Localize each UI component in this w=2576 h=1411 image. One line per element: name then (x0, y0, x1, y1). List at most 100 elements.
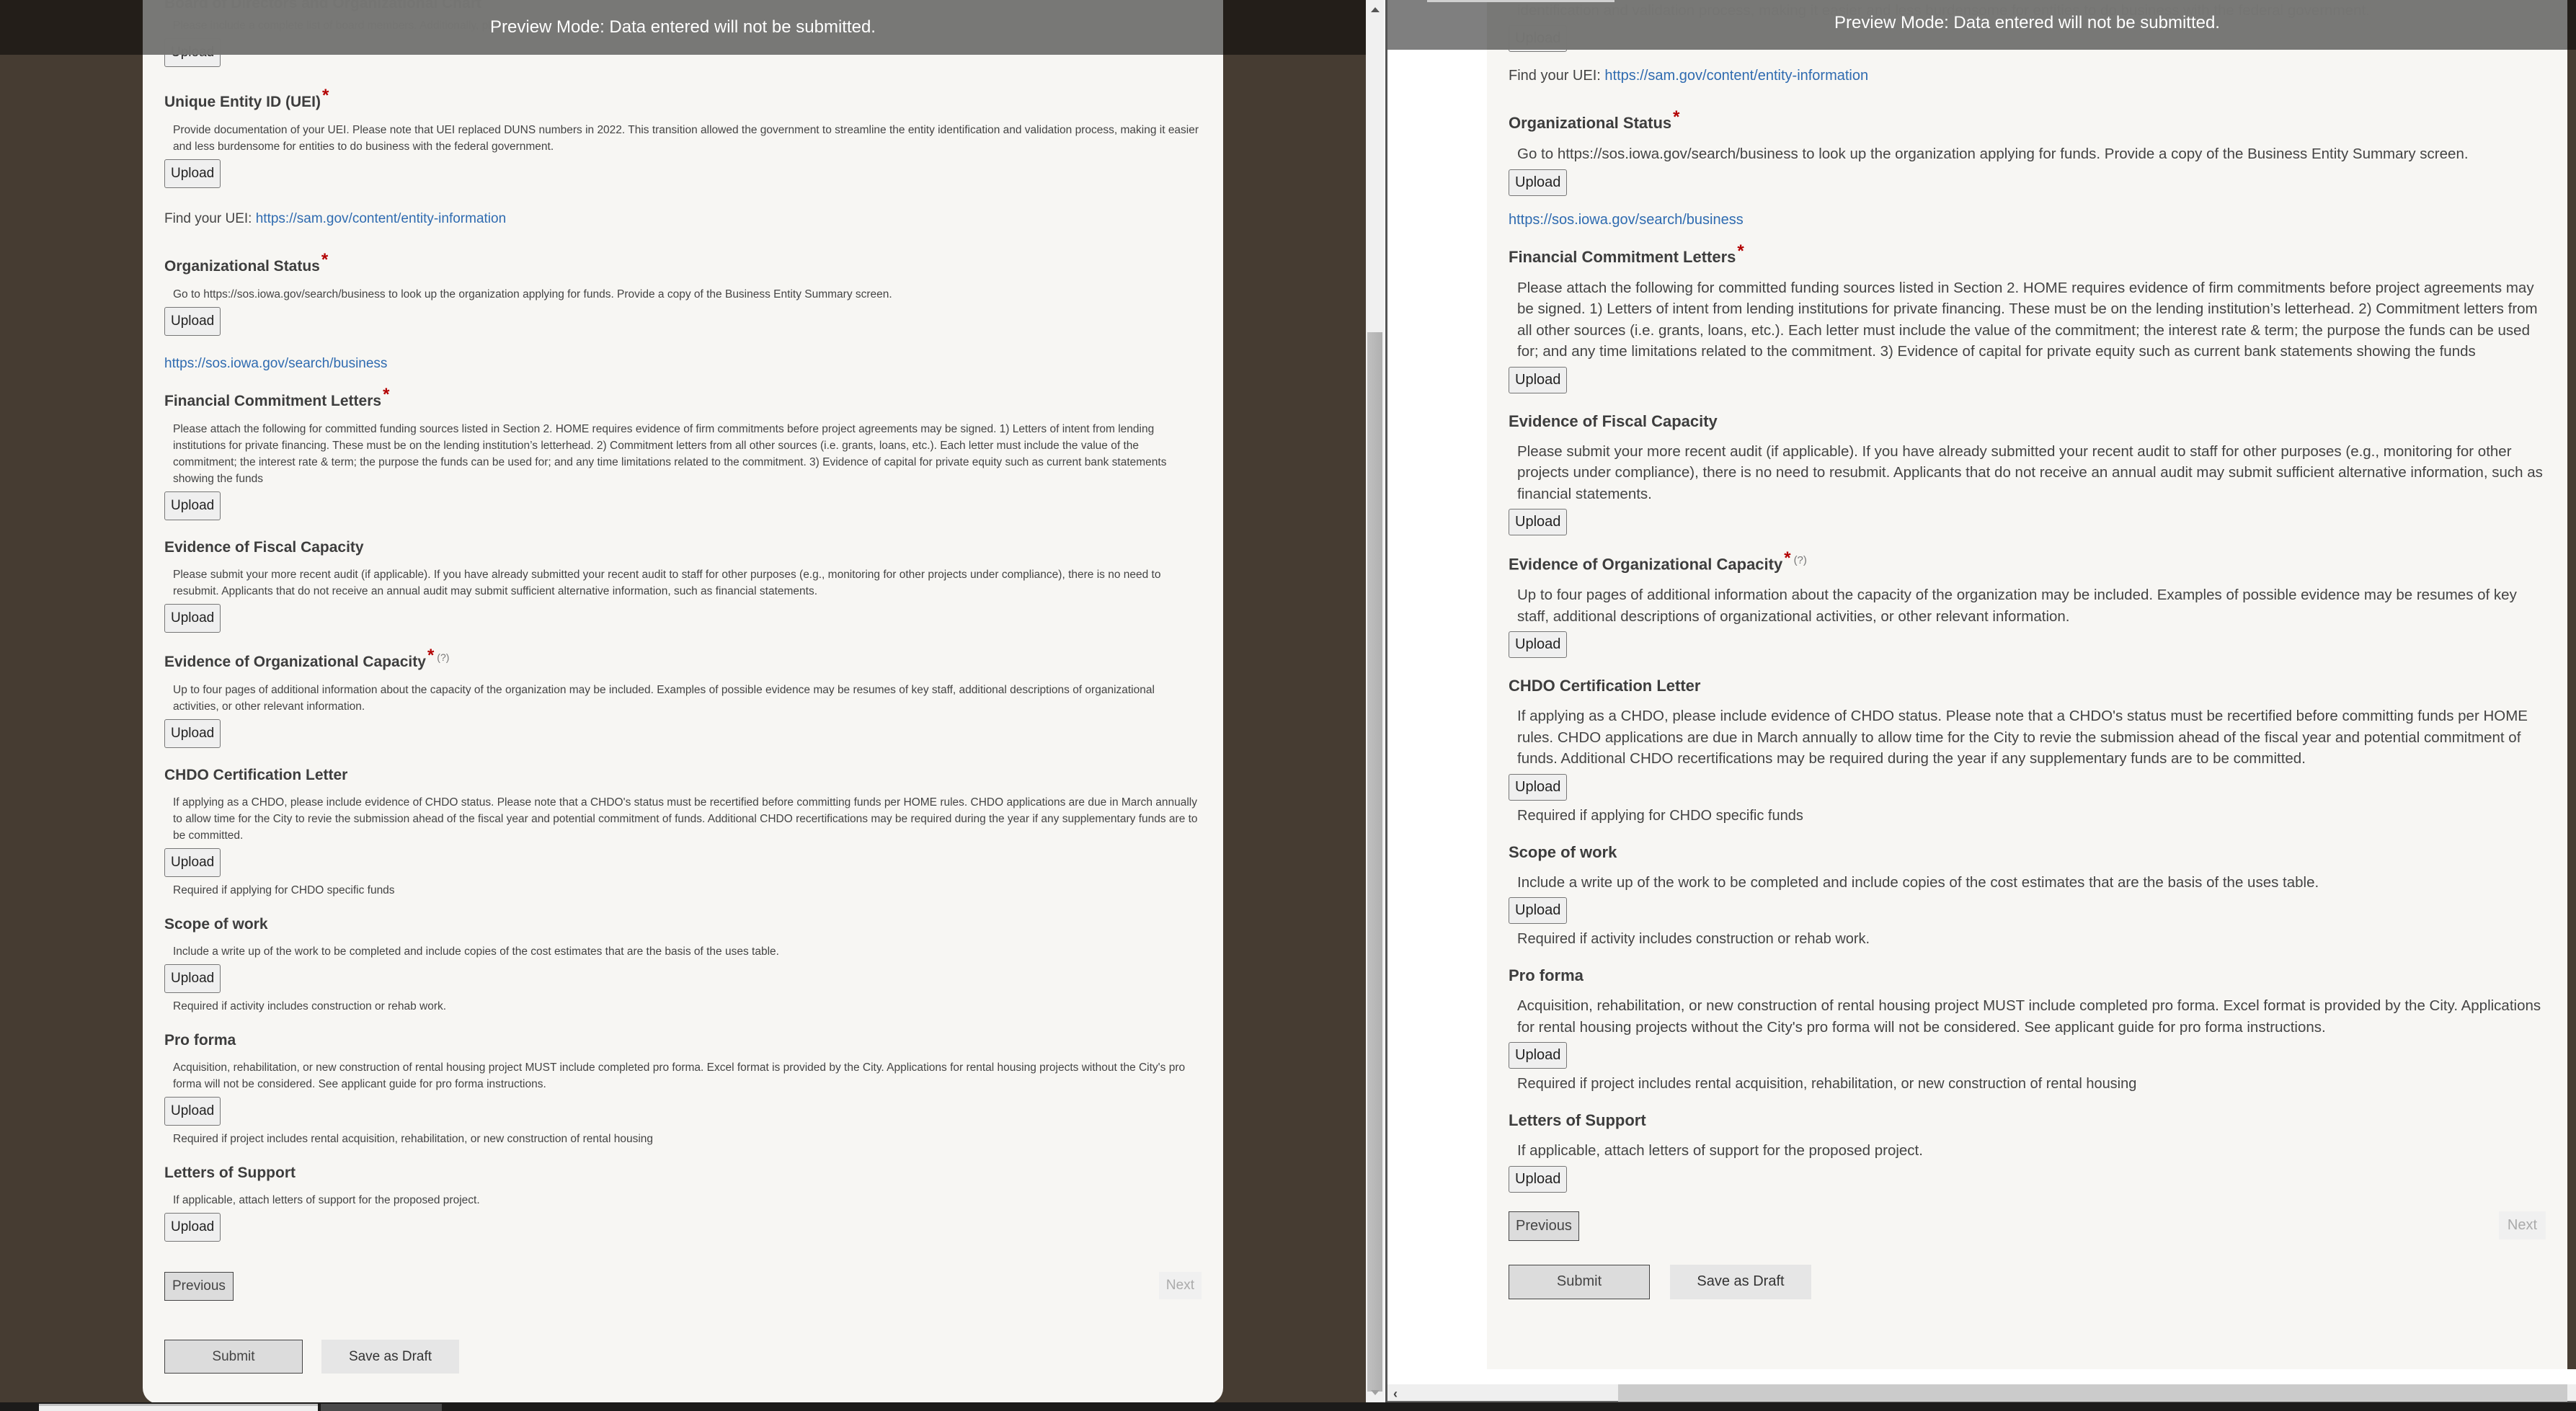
field-title: Pro forma (164, 1032, 236, 1049)
upload-button[interactable]: Upload (164, 491, 221, 520)
find-uei-label: Find your UEI: (1509, 68, 1605, 84)
submit-button[interactable]: Submit (1509, 1264, 1650, 1299)
submit-button[interactable]: Submit (164, 1340, 303, 1374)
upload-button[interactable]: Upload (1509, 773, 1568, 801)
taskbar (0, 1402, 2576, 1411)
next-button[interactable]: Next (2498, 1211, 2546, 1239)
page-background-edge (2567, 0, 2576, 1369)
scroll-left-arrow-icon[interactable]: ‹ (1393, 1386, 1398, 1402)
upload-button[interactable]: Upload (1509, 631, 1568, 659)
field-description: Please submit your more recent audit (if… (1517, 442, 2543, 502)
field-org-capacity: Evidence of Organizational Capacity* (?) … (164, 633, 1202, 748)
field-title: Evidence of Fiscal Capacity (164, 539, 364, 556)
field-description: If applicable, attach letters of support… (1517, 1142, 1923, 1159)
field-title: Organizational Status* (164, 250, 329, 275)
field-title: Financial Commitment Letters* (164, 385, 390, 409)
taskbar-item[interactable] (321, 1404, 442, 1411)
upload-button[interactable]: Upload (164, 848, 221, 877)
field-description: If applicable, attach letters of support… (173, 1194, 480, 1206)
required-indicator: * (322, 86, 329, 105)
field-title: CHDO Certification Letter (1509, 677, 1701, 695)
scrollbar-thumb[interactable] (1367, 332, 1382, 1392)
find-uei-line: Find your UEI: https://sam.gov/content/e… (164, 211, 1202, 227)
field-description: Please attach the following for committe… (1517, 279, 2538, 360)
required-indicator: * (427, 646, 435, 665)
field-title: Organizational Status* (1509, 107, 1680, 132)
field-title: Pro forma (1509, 966, 1584, 985)
help-tooltip-icon[interactable]: (?) (1794, 554, 1807, 566)
upload-button[interactable]: Upload (1509, 169, 1568, 196)
required-indicator: * (1673, 107, 1680, 127)
upload-button[interactable]: Upload (1509, 366, 1568, 393)
field-chdo: CHDO Certification Letter If applying as… (164, 748, 1202, 897)
right-horizontal-scrollbar[interactable]: ‹ (1387, 1384, 2576, 1402)
attachments-form: Provide documentation of your UEI. Pleas… (1509, 0, 2546, 1299)
scroll-up-arrow-icon[interactable] (1371, 7, 1380, 12)
upload-button[interactable]: Upload (164, 964, 221, 993)
sos-iowa-link[interactable]: https://sos.iowa.gov/search/business (164, 356, 387, 371)
sam-gov-link[interactable]: https://sam.gov/content/entity-informati… (1604, 68, 1868, 84)
field-note: Required if applying for CHDO specific f… (1517, 807, 1803, 824)
upload-button[interactable]: Upload (164, 604, 221, 633)
help-tooltip-icon[interactable]: (?) (437, 651, 449, 663)
taskbar-item[interactable] (39, 1404, 318, 1411)
field-title: Scope of work (1509, 842, 1617, 861)
field-description: Go to https://sos.iowa.gov/search/busine… (1517, 146, 2469, 162)
find-uei-line: Find your UEI: https://sam.gov/content/e… (1509, 68, 2546, 84)
field-note: Required if project includes rental acqu… (1517, 1076, 2137, 1092)
field-description: Include a write up of the work to be com… (173, 945, 779, 958)
field-note: Required if activity includes constructi… (173, 1000, 447, 1012)
sos-iowa-link[interactable]: https://sos.iowa.gov/search/business (1509, 212, 1744, 228)
scrollbar-thumb[interactable] (1618, 1384, 2567, 1402)
left-preview-pane: Board of Directors and Organizational Ch… (0, 0, 1366, 1402)
save-draft-button[interactable]: Save as Draft (1670, 1264, 1811, 1299)
field-title: Letters of Support (164, 1165, 296, 1181)
right-preview-pane: Provide documentation of your UEI. Pleas… (1387, 0, 2576, 1402)
field-description: Up to four pages of additional informati… (173, 684, 1155, 713)
field-scope: Scope of work Include a write up of the … (1509, 824, 2546, 948)
upload-button[interactable]: Upload (1509, 897, 1568, 925)
required-indicator: * (383, 385, 390, 404)
left-vertical-scrollbar[interactable] (1366, 0, 1384, 1402)
field-org-status: Organizational Status* Go to https://sos… (1509, 84, 2546, 228)
field-financial: Financial Commitment Letters* Please att… (1509, 228, 2546, 393)
form-card: Provide documentation of your UEI. Pleas… (1487, 0, 2567, 1369)
required-indicator: * (1784, 548, 1791, 569)
scroll-down-arrow-icon[interactable] (1371, 1390, 1380, 1395)
field-description: Please submit your more recent audit (if… (173, 569, 1161, 597)
field-description: Up to four pages of additional informati… (1517, 587, 2517, 625)
field-support: Letters of Support If applicable, attach… (1509, 1092, 2546, 1193)
upload-button[interactable]: Upload (164, 159, 221, 188)
submit-row: Submit Save as Draft (164, 1340, 1202, 1374)
field-note: Required if activity includes constructi… (1517, 931, 1870, 948)
field-org-status: Organizational Status* Go to https://sos… (164, 227, 1202, 372)
sam-gov-link[interactable]: https://sam.gov/content/entity-informati… (256, 211, 506, 226)
submit-row: Submit Save as Draft (1509, 1264, 2546, 1299)
upload-button[interactable]: Upload (1509, 509, 1568, 535)
field-title: Evidence of Organizational Capacity* (?) (1509, 548, 1807, 574)
field-scope: Scope of work Include a write up of the … (164, 897, 1202, 1013)
field-fiscal: Evidence of Fiscal Capacity Please submi… (164, 520, 1202, 633)
field-title: CHDO Certification Letter (164, 767, 348, 783)
next-button[interactable]: Next (1158, 1272, 1202, 1299)
upload-button[interactable]: Upload (164, 1213, 221, 1242)
field-title: Scope of work (164, 916, 268, 932)
field-chdo: CHDO Certification Letter If applying as… (1509, 658, 2546, 824)
field-description: Please attach the following for committe… (173, 423, 1167, 485)
tab-strip[interactable] (1427, 0, 1615, 2)
upload-button[interactable]: Upload (1509, 1042, 1568, 1069)
field-description: Acquisition, rehabilitation, or new cons… (173, 1061, 1186, 1090)
upload-button[interactable]: Upload (1509, 1165, 1568, 1193)
save-draft-button[interactable]: Save as Draft (321, 1340, 459, 1374)
previous-button[interactable]: Previous (164, 1272, 234, 1301)
field-uei: Unique Entity ID (UEI)* Provide document… (164, 67, 1202, 227)
required-indicator: * (1737, 241, 1744, 261)
pagination-row: Previous Next (1509, 1211, 2546, 1243)
previous-button[interactable]: Previous (1509, 1211, 1579, 1241)
field-title: Letters of Support (1509, 1111, 1646, 1130)
upload-button[interactable]: Upload (164, 1097, 221, 1126)
upload-button[interactable]: Upload (164, 719, 221, 748)
field-description: Go to https://sos.iowa.gov/search/busine… (173, 288, 892, 301)
upload-button[interactable]: Upload (164, 307, 221, 336)
pagination-row: Previous Next (164, 1272, 1202, 1304)
